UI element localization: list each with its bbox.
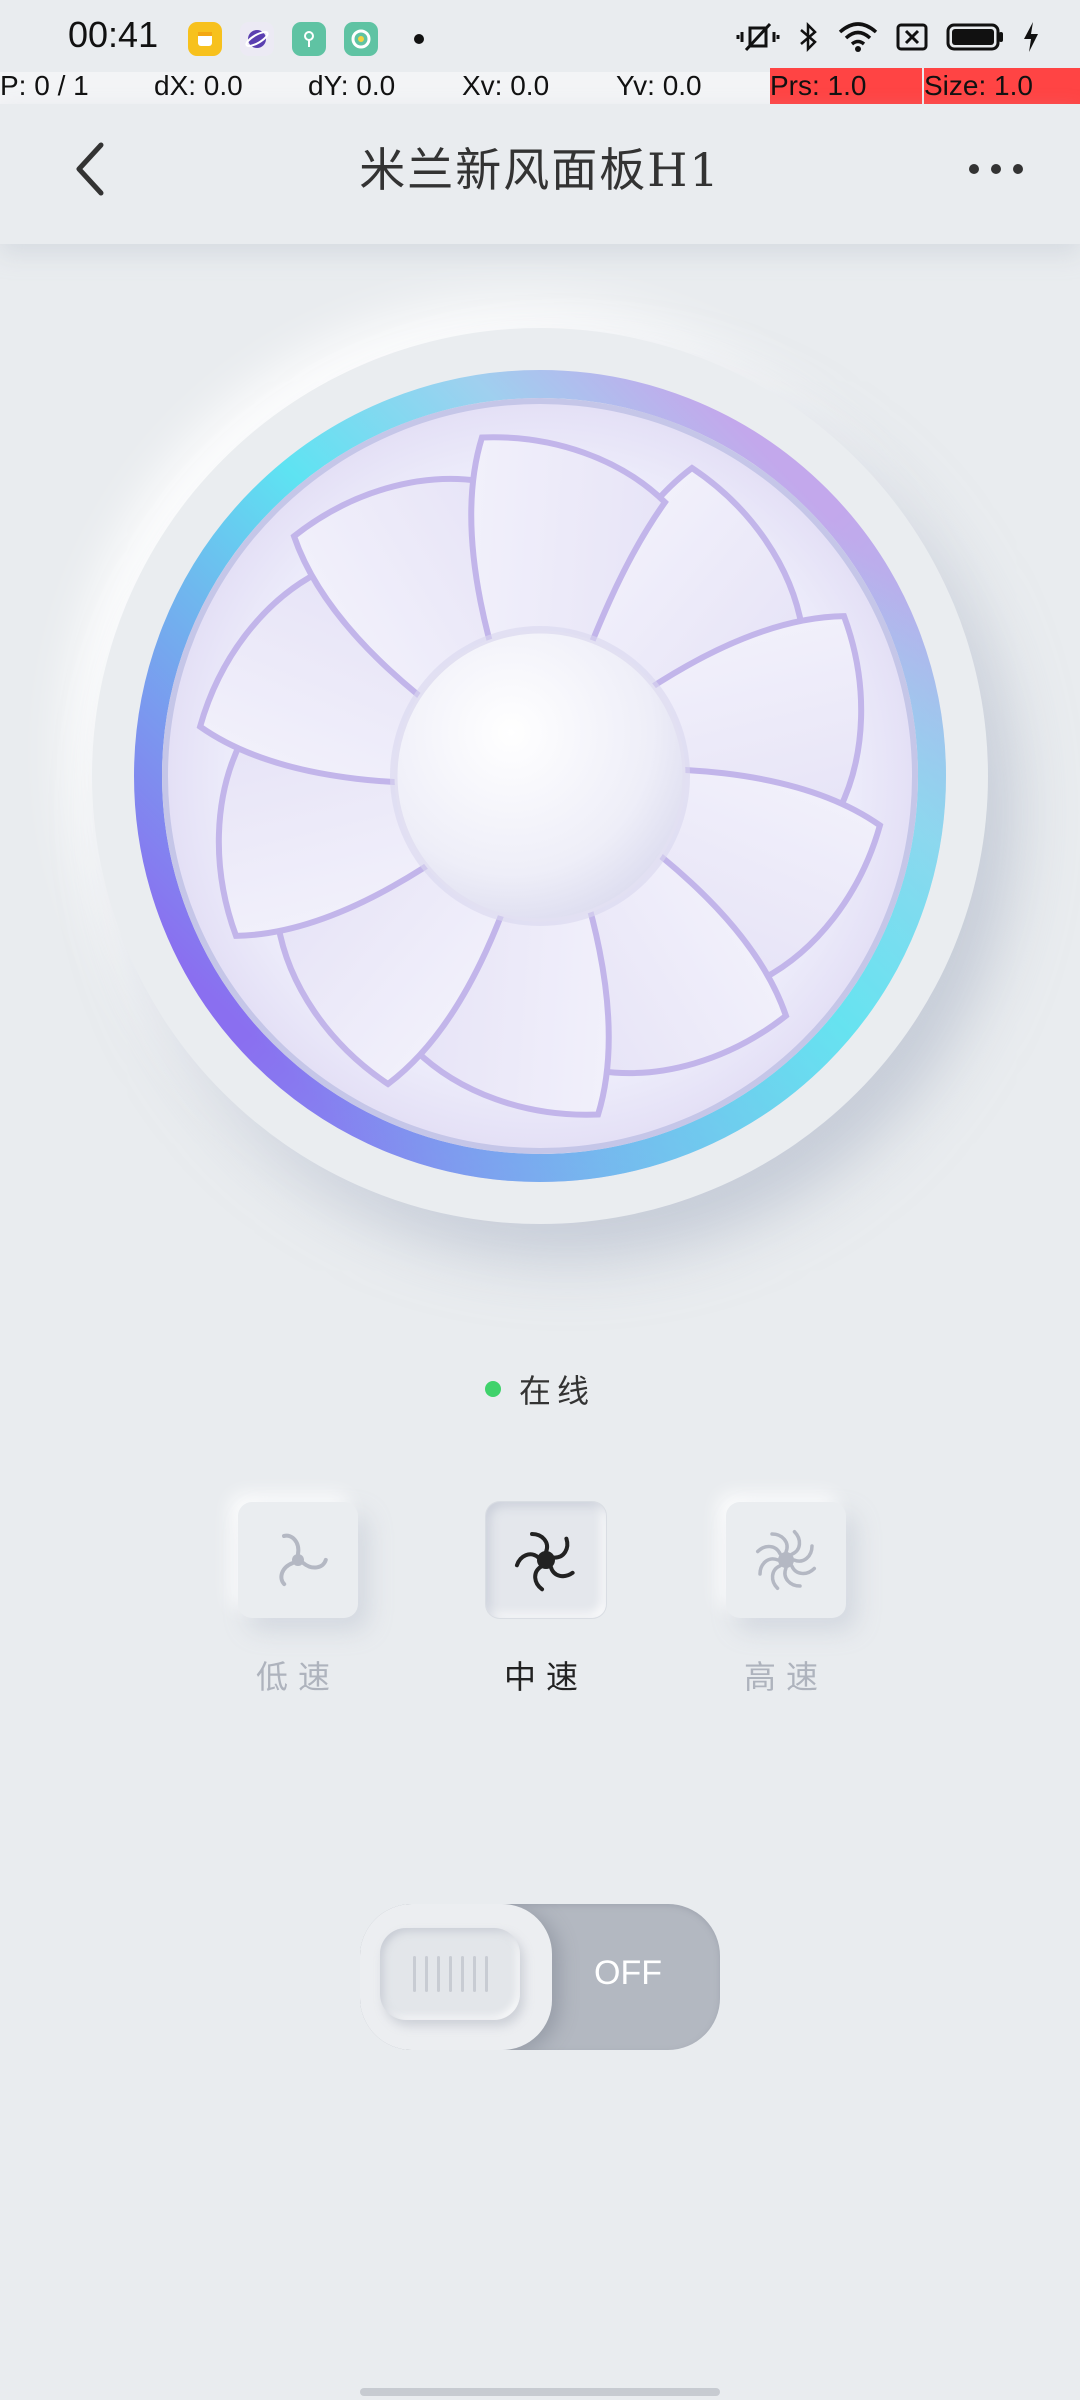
more-button[interactable]	[956, 144, 1036, 194]
more-notifications-icon	[414, 34, 424, 44]
status-text: 在线	[518, 1372, 595, 1410]
fan-display	[92, 328, 988, 1224]
charging-icon	[1022, 20, 1040, 54]
bluetooth-icon	[798, 20, 820, 54]
battery-icon	[946, 20, 1004, 54]
status-time: 00:41	[68, 14, 159, 55]
more-dots-icon	[969, 164, 979, 174]
power-toggle[interactable]: OFF	[360, 1904, 720, 2050]
debug-pointer: P: 0 / 1	[0, 70, 89, 101]
fan-high-icon	[755, 1529, 817, 1591]
fan-medium-icon	[514, 1532, 575, 1592]
page-title: 米兰新风面板H1	[359, 143, 721, 197]
grip-lines-icon	[380, 1928, 520, 2020]
fan-low-icon	[279, 1533, 328, 1587]
debug-size: Size: 1.0	[924, 70, 1033, 101]
speed-low-button[interactable]	[238, 1502, 358, 1618]
connection-status: 在线	[0, 1366, 1080, 1412]
online-indicator-icon	[484, 1381, 501, 1397]
speed-high-button[interactable]	[726, 1502, 846, 1618]
key-app-icon	[292, 22, 326, 56]
sim-x-icon	[896, 20, 928, 54]
wifi-icon	[838, 20, 878, 54]
notes-app-icon	[188, 22, 222, 56]
fan-icon	[134, 370, 946, 1182]
speed-medium-label: 中速	[503, 1658, 588, 1696]
speed-low-label: 低速	[255, 1658, 340, 1696]
home-indicator[interactable]	[360, 2388, 720, 2396]
ring-app-icon	[344, 22, 378, 56]
debug-prs: Prs: 1.0	[770, 70, 867, 101]
debug-xv: Xv: 0.0	[462, 70, 550, 101]
power-toggle-knob[interactable]	[360, 1904, 552, 2050]
planet-app-icon	[240, 22, 274, 56]
system-icons	[736, 20, 1040, 54]
app-header: 米兰新风面板H1	[0, 104, 1080, 244]
vibrate-mute-icon	[736, 20, 780, 54]
power-state-label: OFF	[594, 1954, 662, 1992]
speed-high-label: 高速	[743, 1658, 828, 1696]
status-bar: 00:41	[0, 0, 1080, 72]
debug-dy: dY: 0.0	[308, 70, 396, 101]
pointer-debug-bar: P: 0 / 1 dX: 0.0 dY: 0.0 Xv: 0.0 Yv: 0.0…	[0, 68, 1080, 104]
debug-yv: Yv: 0.0	[616, 70, 702, 101]
speed-medium-button[interactable]	[486, 1502, 606, 1618]
notification-icons	[188, 22, 424, 56]
debug-dx: dX: 0.0	[154, 70, 243, 101]
